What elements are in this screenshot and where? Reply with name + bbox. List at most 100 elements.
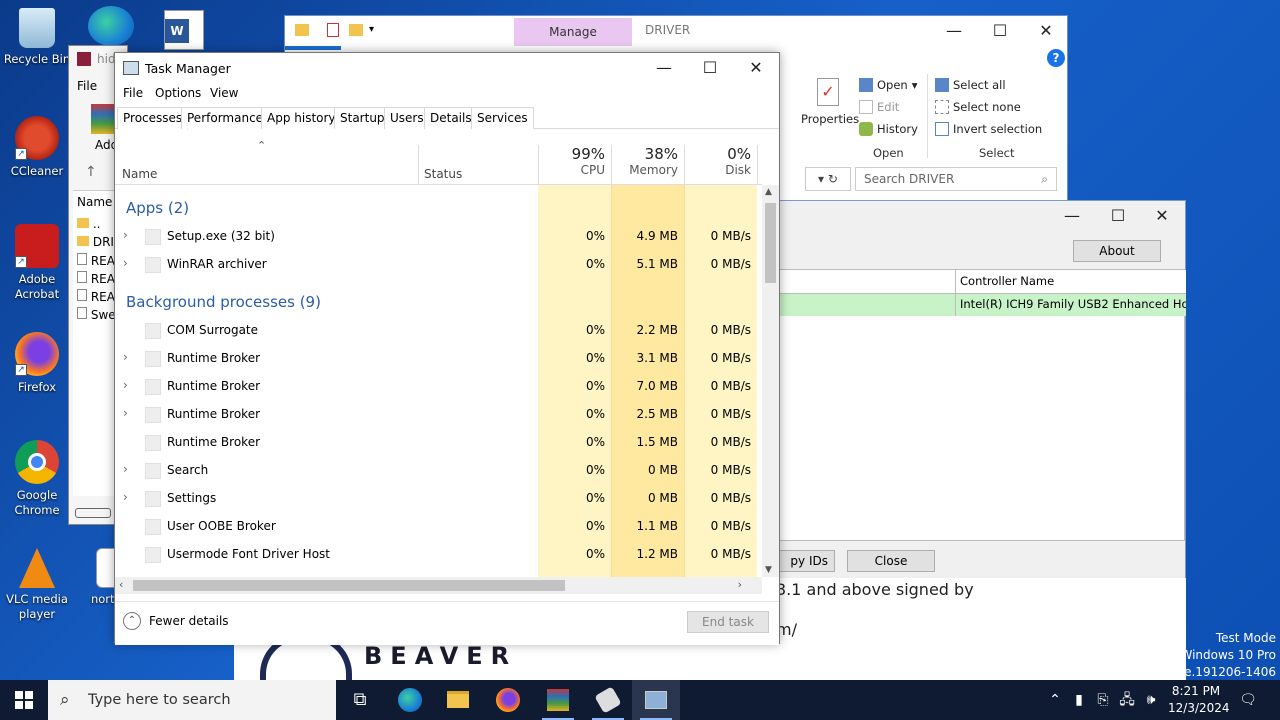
expand-chevron-icon[interactable]: › — [123, 490, 128, 504]
process-row[interactable]: › Settings 0% 0 MB 0 MB/s — [115, 485, 761, 513]
edge-taskbar-button[interactable] — [386, 680, 434, 720]
taskbar-search-input[interactable]: ⌕ Type here to search — [48, 680, 336, 720]
tab-performance[interactable]: Performance — [181, 107, 270, 129]
tab-details[interactable]: Details — [424, 107, 478, 129]
tab-services[interactable]: Services — [471, 107, 534, 129]
fewer-details-button[interactable]: ⌃ Fewer details — [123, 612, 229, 630]
close-button[interactable]: ✕ — [1139, 201, 1185, 231]
invert-selection-button[interactable]: Invert selection — [935, 122, 1042, 136]
winrar-menu-file[interactable]: File — [77, 79, 97, 93]
volume-icon[interactable]: 🕪 — [1140, 680, 1162, 720]
properties-button[interactable]: Properties — [801, 112, 859, 126]
controller-row[interactable]: Intel(R) ICH9 Family USB2 Enhanced Host … — [956, 294, 1186, 316]
help-icon[interactable]: ? — [1047, 49, 1065, 67]
expand-chevron-icon[interactable]: › — [123, 256, 128, 270]
maximize-button[interactable]: ☐ — [1095, 201, 1141, 231]
controller-row-blank[interactable] — [780, 294, 956, 316]
expand-chevron-icon[interactable]: › — [123, 228, 128, 242]
device-icon[interactable]: ⎘ — [1092, 680, 1114, 720]
show-hidden-icons-button[interactable]: ⌃ — [1044, 680, 1066, 720]
explorer-search-input[interactable]: Search DRIVER ⌕ — [855, 167, 1057, 191]
network-icon[interactable]: 🖧 — [1116, 680, 1138, 720]
select-all-button[interactable]: Select all — [935, 78, 1006, 92]
expand-chevron-icon[interactable]: › — [123, 378, 128, 392]
scrollbar-thumb[interactable] — [765, 203, 776, 283]
process-row[interactable]: Runtime Broker 0% 1.5 MB 0 MB/s — [115, 429, 761, 457]
process-row[interactable]: › Setup.exe (32 bit) 0% 4.9 MB 0 MB/s — [115, 223, 761, 251]
desktop-icon-recycle-bin[interactable]: Recycle Bin — [0, 8, 74, 67]
system-clock[interactable]: 8:21 PM 12/3/2024 — [1168, 683, 1230, 717]
winrar-item-file[interactable]: REA — [77, 253, 115, 268]
scroll-left-arrow-icon[interactable]: ‹ — [119, 578, 123, 591]
column-header-name[interactable]: Name — [122, 145, 418, 185]
column-header-controller[interactable]: Controller Name — [956, 270, 1186, 294]
winrar-item-file[interactable]: REA — [77, 271, 115, 286]
close-dialog-button[interactable]: Close — [847, 550, 935, 572]
tab-processes[interactable]: Processes — [117, 107, 189, 130]
dropdown-arrow-icon[interactable]: ▾ — [369, 24, 374, 35]
vertical-scrollbar[interactable]: ▲ ▼ — [762, 185, 779, 577]
process-row[interactable]: User OOBE Broker 0% 1.1 MB 0 MB/s — [115, 513, 761, 541]
process-row[interactable]: › WinRAR archiver 0% 5.1 MB 0 MB/s — [115, 251, 761, 279]
close-button[interactable]: ✕ — [1023, 16, 1069, 46]
firefox-taskbar-button[interactable] — [484, 680, 532, 720]
process-row[interactable]: › Runtime Broker 0% 3.1 MB 0 MB/s — [115, 345, 761, 373]
horizontal-scrollbar[interactable]: ‹ › — [115, 577, 762, 594]
up-arrow-icon[interactable]: ↑ — [85, 164, 97, 180]
end-task-button[interactable]: End task — [687, 611, 769, 633]
expand-chevron-icon[interactable]: › — [123, 350, 128, 364]
battery-icon[interactable]: ▮ — [1068, 680, 1090, 720]
copy-ids-button[interactable]: py IDs — [779, 550, 835, 572]
process-row[interactable]: › Search 0% 0 MB 0 MB/s — [115, 457, 761, 485]
scrollbar-thumb[interactable] — [133, 580, 565, 591]
tab-app-history[interactable]: App history — [261, 107, 342, 129]
desktop-icon-chrome[interactable]: Google Chrome — [0, 440, 74, 518]
desktop-icon-adobe-acrobat[interactable]: ↗ Adobe Acrobat — [0, 224, 74, 302]
refresh-button[interactable]: ▾ ↻ — [805, 167, 851, 191]
about-button[interactable]: About — [1073, 240, 1161, 262]
process-row[interactable]: Usermode Font Driver Host 0% 1.2 MB 0 MB/s — [115, 541, 761, 569]
tab-users[interactable]: Users — [384, 107, 430, 129]
expand-chevron-icon[interactable]: › — [123, 406, 128, 420]
expand-chevron-icon[interactable]: › — [123, 462, 128, 476]
maximize-button[interactable]: ☐ — [977, 16, 1023, 46]
winrar-name-header[interactable]: Name — [77, 195, 112, 209]
word-desktop-icon[interactable]: W — [164, 10, 204, 50]
task-view-button[interactable]: ⧉ — [336, 680, 384, 720]
history-button[interactable]: History — [859, 122, 918, 136]
winrar-taskbar-button[interactable] — [534, 680, 582, 720]
scroll-right-arrow-icon[interactable]: › — [738, 578, 742, 591]
start-button[interactable] — [0, 680, 48, 720]
tab-startup[interactable]: Startup — [334, 107, 391, 129]
scroll-up-arrow-icon[interactable]: ▲ — [765, 187, 772, 197]
column-header-memory[interactable]: 38% Memory — [612, 145, 678, 185]
process-row[interactable]: › Runtime Broker 0% 7.0 MB 0 MB/s — [115, 373, 761, 401]
menu-view[interactable]: View — [210, 86, 238, 100]
file-explorer-taskbar-button[interactable] — [434, 680, 482, 720]
edge-desktop-icon[interactable] — [88, 6, 134, 46]
edit-button[interactable]: Edit — [859, 100, 899, 114]
desktop-icon-firefox[interactable]: ↗ Firefox — [0, 332, 74, 395]
process-row[interactable]: COM Surrogate 0% 2.2 MB 0 MB/s — [115, 317, 761, 345]
minimize-button[interactable]: — — [641, 53, 687, 83]
task-manager-taskbar-button[interactable] — [632, 680, 680, 720]
manage-tab[interactable]: Manage — [514, 18, 632, 46]
column-header-cpu[interactable]: 99% CPU — [539, 145, 605, 185]
notification-icon[interactable]: 🗨 — [1232, 680, 1264, 720]
winrar-item-file[interactable]: Swe — [77, 307, 116, 322]
column-header-status[interactable]: Status — [424, 145, 534, 185]
select-none-button[interactable]: Select none — [935, 100, 1021, 114]
desktop-icon-ccleaner[interactable]: ↗ CCleaner — [0, 116, 74, 179]
minimize-button[interactable]: — — [931, 16, 977, 46]
column-header-disk[interactable]: 0% Disk — [685, 145, 751, 185]
process-row[interactable]: › Runtime Broker 0% 2.5 MB 0 MB/s — [115, 401, 761, 429]
scroll-down-arrow-icon[interactable]: ▼ — [765, 565, 772, 575]
open-button[interactable]: Open ▾ — [859, 78, 918, 92]
desktop-icon-vlc[interactable]: VLC media player — [0, 548, 74, 622]
setup-taskbar-button[interactable] — [584, 680, 632, 720]
winrar-item-up[interactable]: .. — [77, 217, 100, 231]
winrar-item-file[interactable]: REA — [77, 289, 115, 304]
minimize-button[interactable]: — — [1049, 201, 1095, 231]
close-button[interactable]: ✕ — [733, 53, 779, 83]
menu-options[interactable]: Options — [155, 86, 201, 100]
